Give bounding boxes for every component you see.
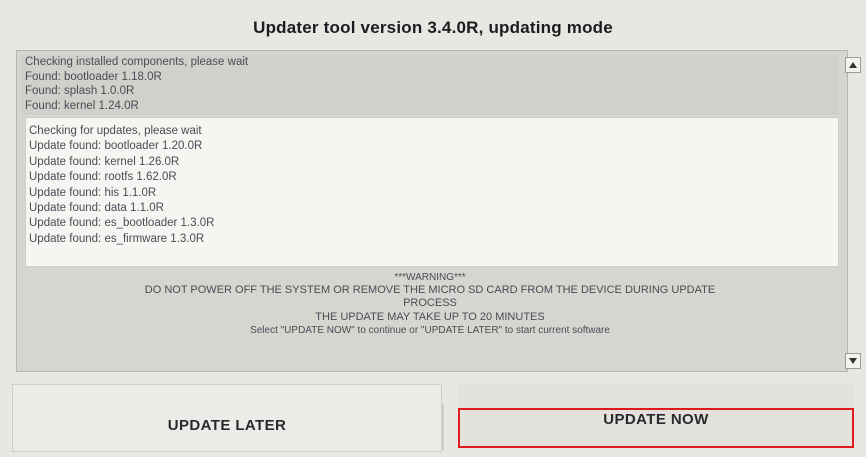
- update-later-button[interactable]: UPDATE LATER: [12, 384, 442, 452]
- log-line: Update found: es_bootloader 1.3.0R: [29, 217, 215, 230]
- update-now-button-top[interactable]: [458, 384, 854, 408]
- updates-found-block: Checking for updates, please wait Update…: [25, 117, 839, 267]
- log-line: Checking installed components, please wa…: [25, 56, 249, 68]
- log-line: Found: splash 1.0.0R: [25, 85, 135, 98]
- warning-instruction: Select "UPDATE NOW" to continue or "UPDA…: [250, 324, 610, 336]
- button-divider: [442, 404, 444, 450]
- triangle-down-icon: [849, 358, 857, 364]
- log-line: Update found: his 1.1.0R: [29, 186, 157, 199]
- scroll-down-button[interactable]: [845, 353, 861, 369]
- scroll-up-button[interactable]: [845, 57, 861, 73]
- log-line: Update found: bootloader 1.20.0R: [29, 140, 203, 153]
- installed-components-block: Checking installed components, please wa…: [21, 55, 839, 115]
- log-line: Update found: es_firmware 1.3.0R: [29, 232, 205, 245]
- log-panel[interactable]: Checking installed components, please wa…: [16, 50, 861, 372]
- warning-text: DO NOT POWER OFF THE SYSTEM OR REMOVE TH…: [144, 284, 716, 297]
- warning-heading: ***WARNING***: [394, 272, 466, 283]
- update-later-label: UPDATE LATER: [167, 416, 287, 434]
- update-now-label: UPDATE NOW: [603, 410, 709, 428]
- triangle-up-icon: [849, 62, 857, 68]
- update-now-button[interactable]: UPDATE NOW: [458, 408, 854, 448]
- log-line: Found: kernel 1.24.0R: [25, 99, 139, 112]
- warning-message: ***WARNING*** DO NOT POWER OFF THE SYSTE…: [21, 271, 839, 351]
- log-line: Update found: kernel 1.26.0R: [29, 155, 180, 168]
- log-line: Found: bootloader 1.18.0R: [25, 70, 162, 83]
- warning-text: PROCESS: [403, 297, 457, 310]
- log-line: Checking for updates, please wait: [29, 125, 202, 137]
- window-title: Updater tool version 3.4.0R, updating mo…: [253, 18, 613, 37]
- log-line: Update found: data 1.1.0R: [29, 202, 164, 215]
- warning-text: THE UPDATE MAY TAKE UP TO 20 MINUTES: [315, 310, 545, 323]
- log-line: Update found: rootfs 1.62.0R: [29, 171, 177, 184]
